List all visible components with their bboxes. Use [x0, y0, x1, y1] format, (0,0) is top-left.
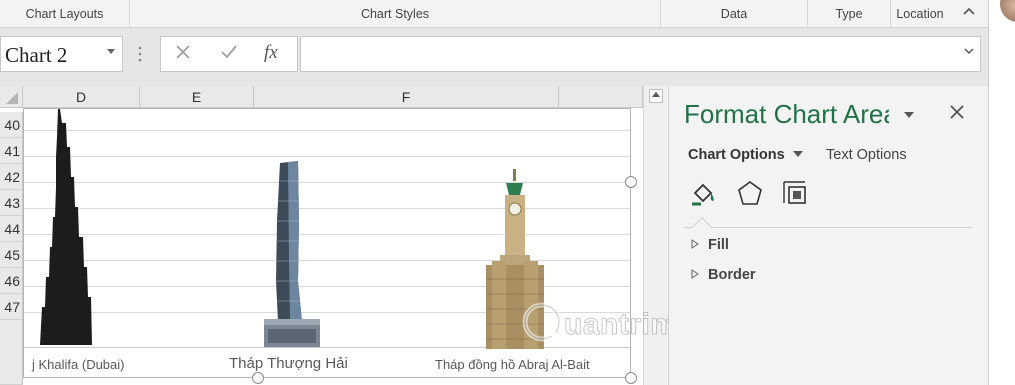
- row-header-46[interactable]: 46: [0, 268, 23, 294]
- desktop-strip: [988, 0, 1015, 385]
- row-header-42[interactable]: 42: [0, 164, 23, 190]
- chart-resize-handle[interactable]: [625, 372, 637, 384]
- row-header-45[interactable]: 45: [0, 242, 23, 268]
- ribbon-group-location[interactable]: Location: [891, 0, 949, 28]
- pane-title: Format Chart Area: [684, 99, 889, 129]
- shanghai-tower-image[interactable]: [258, 161, 328, 349]
- ribbon-group-data[interactable]: Data: [661, 0, 808, 28]
- expand-triangle-icon[interactable]: [691, 269, 699, 282]
- row-header-47[interactable]: 47: [0, 294, 23, 320]
- pane-options-chevron-icon[interactable]: [903, 108, 915, 122]
- column-header-d[interactable]: D: [23, 86, 140, 108]
- row-header-40[interactable]: 40: [0, 112, 23, 138]
- section-border[interactable]: Border: [708, 267, 756, 283]
- chart-resize-handle[interactable]: [625, 176, 637, 188]
- category-label: Tháp Thượng Hải: [229, 355, 348, 372]
- insert-function-button[interactable]: fx: [264, 42, 278, 64]
- ribbon-group-type[interactable]: Type: [808, 0, 891, 28]
- chevron-down-icon[interactable]: [106, 47, 116, 58]
- chart-gridline: [24, 156, 630, 157]
- chevron-down-icon[interactable]: [792, 149, 804, 161]
- name-box[interactable]: Chart 2: [0, 36, 123, 72]
- ribbon-group-chart-styles[interactable]: Chart Styles: [130, 0, 661, 28]
- select-all-corner[interactable]: [0, 86, 23, 108]
- column-header-next[interactable]: [559, 86, 643, 108]
- burj-khalifa-image[interactable]: [32, 107, 112, 347]
- pane-divider: [683, 227, 973, 228]
- close-icon[interactable]: [949, 100, 965, 126]
- cancel-x-icon[interactable]: [173, 42, 193, 68]
- enter-check-icon[interactable]: [219, 42, 239, 68]
- tab-indicator: [692, 217, 712, 237]
- row-header-43[interactable]: 43: [0, 190, 23, 216]
- format-chart-area-pane: Format Chart Area Chart Options Text Opt…: [668, 86, 988, 385]
- pentagon-icon[interactable]: [735, 179, 765, 207]
- expand-triangle-icon[interactable]: [691, 239, 699, 252]
- formula-input[interactable]: [300, 36, 981, 72]
- scroll-up-icon[interactable]: [649, 89, 663, 103]
- tab-text-options[interactable]: Text Options: [826, 147, 907, 163]
- chevron-down-icon[interactable]: [964, 47, 974, 58]
- excel-window: Chart Layouts Chart Styles Data Type Loc…: [0, 0, 1015, 385]
- ribbon-group-labels: Chart Layouts Chart Styles Data Type Loc…: [0, 0, 988, 28]
- fill-bucket-icon[interactable]: [689, 179, 719, 207]
- row-header-44[interactable]: 44: [0, 216, 23, 242]
- size-properties-icon[interactable]: [781, 179, 811, 207]
- category-label: j Khalifa (Dubai): [32, 357, 125, 372]
- name-box-value: Chart 2: [5, 43, 68, 67]
- chevron-up-icon[interactable]: [958, 5, 980, 23]
- formula-buttons: fx: [160, 36, 298, 72]
- ribbon-group-chart-layouts[interactable]: Chart Layouts: [0, 0, 130, 28]
- chart-resize-handle[interactable]: [252, 372, 264, 384]
- grip-icon[interactable]: [137, 44, 143, 64]
- chart-gridline: [24, 130, 630, 131]
- row-header-41[interactable]: 41: [0, 138, 23, 164]
- category-label: Tháp đồng hồ Abraj Al-Bait: [435, 357, 590, 372]
- tab-chart-options[interactable]: Chart Options: [688, 147, 785, 163]
- section-fill[interactable]: Fill: [708, 237, 729, 253]
- column-header-e[interactable]: E: [140, 86, 254, 108]
- column-header-f[interactable]: F: [254, 86, 559, 108]
- formula-bar: Chart 2 fx: [0, 29, 988, 80]
- row-header-48[interactable]: [0, 320, 23, 385]
- watermark-logo-icon: [522, 302, 564, 346]
